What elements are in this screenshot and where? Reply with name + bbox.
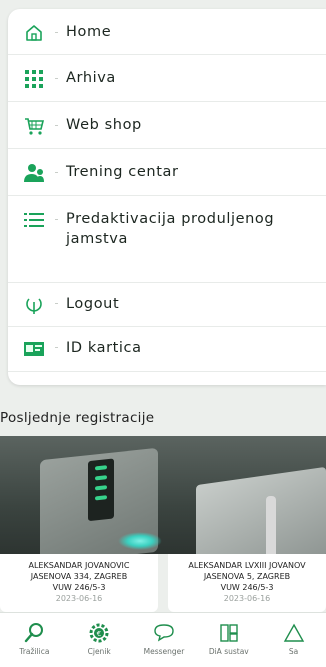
card-date: 2023-06-16 [55, 594, 103, 603]
registration-card[interactable]: ALEKSANDAR JOVANOVIC JASENOVA 334, ZAGRE… [0, 554, 158, 612]
nav-item-messenger[interactable]: Messenger [132, 613, 197, 667]
registration-cards: ALEKSANDAR JOVANOVIC JASENOVA 334, ZAGRE… [0, 554, 326, 612]
section-title: Posljednje registracije [0, 410, 155, 426]
nav-label: Sa [288, 647, 299, 656]
menu-item-home[interactable]: Home [8, 9, 326, 55]
grid-dots-icon [22, 67, 46, 91]
logout-icon [22, 293, 46, 317]
menu-item-predaktivacija[interactable]: Predaktivacija produljenog jamstva [8, 196, 326, 283]
menu-item-label: Home [66, 24, 112, 40]
card-address: JASENOVA 5, ZAGREB [203, 572, 291, 581]
nav-item-sa[interactable]: Sa [261, 613, 326, 667]
bottom-navigation: Tražilica € Cjenik Messenger DiA sustav … [0, 612, 326, 667]
card-code: VUW 246/5-3 [52, 583, 106, 592]
menu-item-trening-centar[interactable]: Trening centar [8, 149, 326, 196]
card-code: VUW 246/5-3 [220, 583, 274, 592]
menu-item-label: Predaktivacija produljenog jamstva [66, 211, 275, 247]
menu-item-label: Web shop [66, 117, 142, 133]
menu-item-label: ID kartica [66, 340, 142, 356]
chat-icon [132, 619, 197, 647]
list-icon [22, 208, 46, 232]
nav-item-dia-sustav[interactable]: DiA sustav [196, 613, 261, 667]
dia-icon [196, 619, 261, 647]
menu-item-label: Trening centar [66, 164, 179, 180]
id-card-icon [22, 337, 46, 361]
cart-icon [22, 114, 46, 138]
euro-gear-icon: € [67, 619, 132, 647]
nav-label: Messenger [143, 647, 185, 656]
side-menu: Home Arhiva Web shop Trening centar Pred… [8, 9, 326, 385]
card-address: JASENOVA 334, ZAGREB [30, 572, 128, 581]
menu-item-web-shop[interactable]: Web shop [8, 102, 326, 149]
nav-item-trazilica[interactable]: Tražilica [2, 613, 67, 667]
home-icon [22, 21, 46, 45]
nav-label: Cjenik [87, 647, 111, 656]
people-icon [22, 161, 46, 185]
nav-label: Tražilica [19, 647, 50, 656]
menu-item-logout[interactable]: Logout [8, 283, 326, 327]
registration-card[interactable]: ALEKSANDAR LVXIII JOVANOV JASENOVA 5, ZA… [168, 554, 326, 612]
card-date: 2023-06-16 [223, 594, 271, 603]
card-name: ALEKSANDAR JOVANOVIC [28, 561, 130, 570]
card-name: ALEKSANDAR LVXIII JOVANOV [188, 561, 306, 570]
nav-label: DiA sustav [208, 647, 249, 656]
svg-text:€: € [97, 630, 101, 638]
nav-item-cjenik[interactable]: € Cjenik [67, 613, 132, 667]
menu-item-arhiva[interactable]: Arhiva [8, 55, 326, 102]
search-icon [2, 619, 67, 647]
menu-item-id-kartica[interactable]: ID kartica [8, 327, 326, 371]
hero-image [0, 436, 326, 554]
menu-item-label: Arhiva [66, 70, 116, 86]
warning-icon [261, 619, 326, 647]
menu-divider [8, 371, 326, 372]
menu-item-label: Logout [66, 296, 120, 312]
